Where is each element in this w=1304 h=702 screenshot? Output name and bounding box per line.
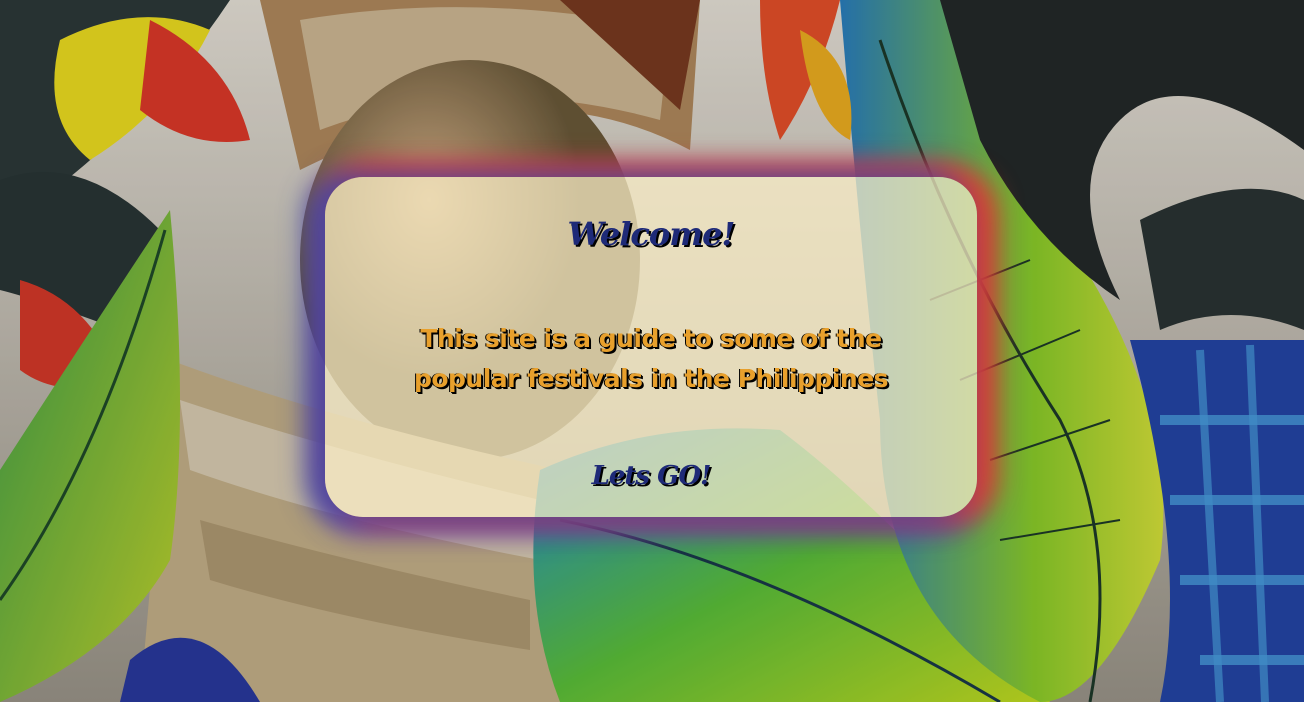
lets-go-link[interactable]: Lets GO!: [592, 461, 712, 491]
welcome-title: Welcome!: [567, 215, 736, 253]
welcome-card: Welcome! This site is a guide to some of…: [325, 177, 977, 517]
page: Welcome! This site is a guide to some of…: [0, 0, 1304, 702]
welcome-description: This site is a guide to some of the popu…: [413, 324, 889, 393]
